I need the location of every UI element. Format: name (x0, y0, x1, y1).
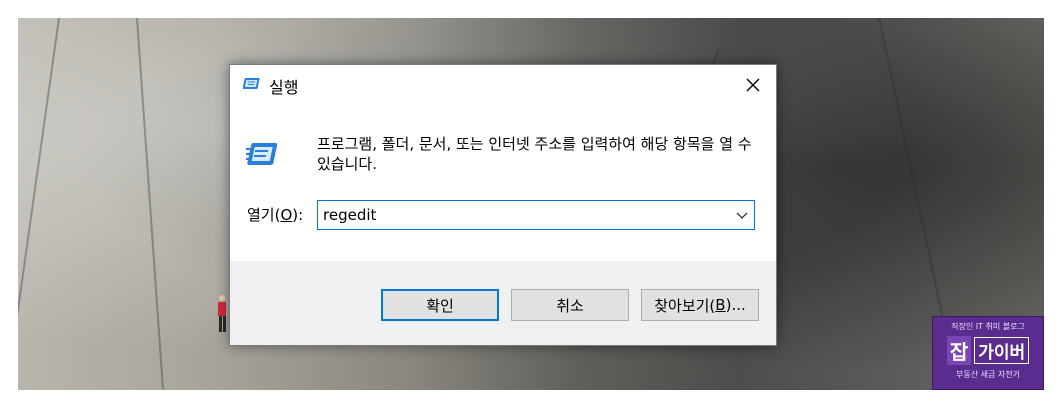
dialog-footer: 확인 취소 찾아보기(B)... (230, 261, 776, 345)
close-icon (746, 78, 760, 92)
browse-label-prefix: 찾아보기( (654, 296, 716, 315)
dialog-description: 프로그램, 폴더, 문서, 또는 인터넷 주소를 입력하여 해당 항목을 열 수… (317, 135, 752, 173)
title-bar[interactable]: 실행 (230, 65, 776, 105)
open-input[interactable]: regedit (323, 206, 376, 224)
browse-label-suffix: )... (725, 296, 746, 314)
watermark-name: 가이버 (974, 337, 1030, 364)
open-label-suffix: ): (292, 206, 304, 224)
dialog-title: 실행 (269, 78, 299, 97)
run-dialog: 실행 프로그램, 폴더, 문서, 또는 인터넷 주소를 입력하여 해당 항목을 … (229, 64, 777, 346)
open-label-accel: O (280, 206, 293, 224)
cancel-button[interactable]: 취소 (511, 289, 629, 321)
climber-figure (218, 295, 226, 332)
open-combobox[interactable]: regedit (317, 200, 755, 230)
watermark-bottom-text: 부동산 세금 자전거 (956, 370, 1020, 379)
chevron-down-icon[interactable] (736, 210, 748, 220)
browse-label-accel: B (715, 296, 726, 314)
watermark-logo: 직장인 IT 취미 블로그 잡 가이버 부동산 세금 자전거 (932, 316, 1044, 390)
open-label: 열기(O): (247, 204, 303, 225)
open-label-prefix: 열기( (247, 206, 281, 224)
watermark-top-text: 직장인 IT 취미 블로그 (951, 322, 1025, 331)
watermark-big-char: 잡 (946, 336, 972, 365)
close-button[interactable] (730, 65, 776, 105)
ok-button[interactable]: 확인 (381, 289, 499, 321)
run-icon (243, 78, 260, 89)
browse-button[interactable]: 찾아보기(B)... (641, 289, 759, 321)
run-icon (246, 143, 278, 165)
